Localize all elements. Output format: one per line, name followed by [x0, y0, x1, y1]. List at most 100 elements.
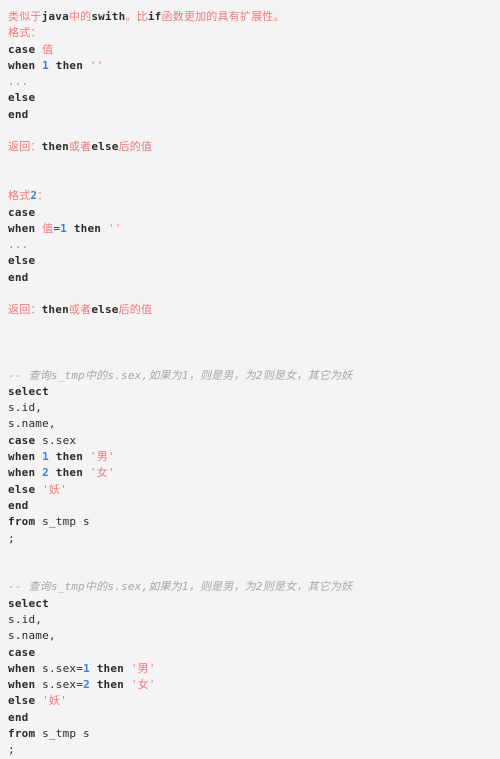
format-1-line-case: case 值: [8, 42, 500, 58]
format-1-line-else: else: [8, 90, 500, 106]
format-2-line-when: when 值=1 then '': [8, 221, 500, 237]
kw-select: select: [8, 596, 49, 610]
return-2-prefix: 返回：: [8, 303, 42, 317]
query-1-column-name: s.name,: [8, 416, 500, 432]
return-2-conjunction: 或者: [68, 303, 92, 317]
query-1-from: from s_tmp s: [8, 514, 500, 530]
column-name: s.name,: [8, 417, 56, 431]
kw-case: case: [8, 205, 36, 219]
when-1-number: 1: [83, 661, 90, 675]
kw-when: when: [8, 678, 36, 692]
format-1-label: 格式：: [8, 26, 42, 40]
query-1-select: select: [8, 384, 500, 400]
format-1-case-value: 值: [42, 42, 54, 56]
kw-else: else: [8, 254, 36, 268]
format-1-line-when: when 1 then '': [8, 58, 500, 74]
format-2-when-number: 1: [60, 221, 67, 235]
column-name: s.name,: [8, 629, 56, 643]
query-1-end: end: [8, 498, 500, 514]
format-2-line-else: else: [8, 253, 500, 269]
intro-keyword-if: if: [147, 10, 162, 23]
kw-else: else: [8, 91, 36, 105]
format-2-label-prefix: 格式: [8, 189, 31, 203]
format-2-line-case: case: [8, 205, 500, 221]
return-1-keyword-then: then: [41, 140, 69, 154]
column-id: s.id,: [8, 612, 43, 626]
query-2-column-name: s.name,: [8, 628, 500, 644]
code-block[interactable]: 类似于java中的swith。比if函数更加的具有扩展性。 格式： case 值…: [0, 0, 500, 759]
return-1-line: 返回：then或者else后的值: [8, 139, 500, 155]
kw-end: end: [8, 710, 29, 724]
kw-then: then: [96, 678, 125, 692]
then-1-string: '男': [89, 450, 115, 464]
format-2-label-colon: ：: [37, 189, 49, 203]
ellipsis: ...: [8, 75, 29, 89]
kw-case: case: [8, 433, 36, 447]
format-1-when-number: 1: [42, 58, 49, 72]
query-1-terminator: ;: [8, 531, 500, 547]
query-1-case: case s.sex: [8, 433, 500, 449]
intro-keyword-java: java: [41, 10, 69, 23]
then-2-string: '女': [130, 678, 156, 692]
query-2-column-id: s.id,: [8, 612, 500, 628]
kw-when: when: [8, 221, 36, 235]
query-2-select: select: [8, 596, 500, 612]
query-2-from: from s_tmp s: [8, 726, 500, 742]
query-2-when-1: when s.sex=1 then '男': [8, 661, 500, 677]
code-snippet-page: 类似于java中的swith。比if函数更加的具有扩展性。 格式： case 值…: [0, 0, 500, 756]
return-1-conjunction: 或者: [68, 140, 92, 154]
kw-then: then: [96, 661, 125, 675]
kw-then: then: [55, 450, 84, 464]
case-expression: s.sex: [42, 433, 77, 447]
when-2-number: 2: [83, 678, 90, 692]
query-1-else: else '妖': [8, 482, 500, 498]
when-2-number: 2: [42, 466, 49, 480]
statement-terminator: ;: [8, 743, 15, 757]
kw-select: select: [8, 384, 49, 398]
query-2-comment: -- 查询s_tmp中的s.sex,如果为1，则是男，为2则是女，其它为妖: [8, 579, 500, 595]
kw-case: case: [8, 645, 36, 659]
format-2-then-string: '': [107, 221, 122, 235]
kw-end: end: [8, 270, 29, 284]
query-2-when-2: when s.sex=2 then '女': [8, 677, 500, 693]
query-2-else: else '妖': [8, 693, 500, 709]
format-2-line-ellipsis: ...: [8, 237, 500, 253]
kw-else: else: [8, 482, 36, 496]
kw-when: when: [8, 661, 36, 675]
column-id: s.id,: [8, 401, 43, 415]
else-string: '妖': [42, 694, 67, 708]
then-1-string: '男': [130, 661, 156, 675]
kw-when: when: [8, 466, 36, 480]
intro-keyword-swith: swith: [91, 10, 126, 23]
kw-when: when: [8, 450, 36, 464]
statement-terminator: ;: [8, 531, 15, 545]
kw-then: then: [55, 58, 84, 72]
query-1-when-1: when 1 then '男': [8, 449, 500, 465]
format-2-label-line: 格式2：: [8, 188, 500, 204]
when-2-expression: s.sex=: [42, 678, 84, 692]
kw-from: from: [8, 515, 36, 529]
query-1-comment: -- 查询s_tmp中的s.sex,如果为1，则是男，为2则是女，其它为妖: [8, 368, 500, 384]
query-2-case: case: [8, 645, 500, 661]
intro-cn-4: 函数更加的具有扩展性。: [161, 10, 285, 23]
intro-cn-3: 。比: [125, 10, 148, 23]
